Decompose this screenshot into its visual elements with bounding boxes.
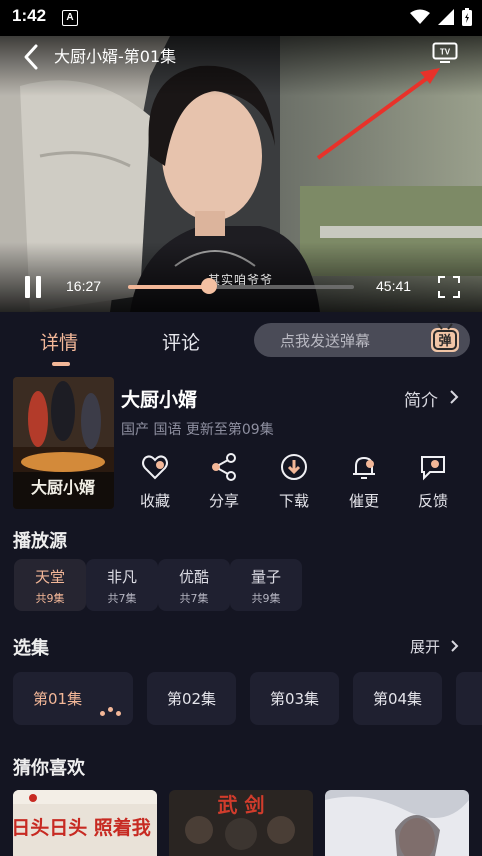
video-player[interactable]: 大厨小婿-第01集 TV 其实咱爷爷 16:27 45:41 [0,36,482,312]
progress-track[interactable] [128,285,354,289]
heart-icon [142,455,168,480]
recommend-poster-text: 武 剑 [218,793,265,817]
active-tab-indicator [52,362,70,366]
recommend-poster: 日头日头 照着我 [13,790,157,856]
show-title: 大厨小婿 [121,389,198,411]
tab-details[interactable]: 详情 [40,328,78,355]
chevron-right-icon[interactable] [448,389,460,405]
share-label: 分享 [208,492,239,510]
system-icons [410,8,472,26]
source-item[interactable]: 天堂 共9集 [14,559,86,611]
bell-icon [353,456,375,479]
duration: 45:41 [376,278,412,294]
source-name: 天堂 [34,568,65,586]
feedback-button[interactable]: 反馈 [403,452,463,511]
recommend-card[interactable]: 武 剑 [169,790,313,856]
episode-item[interactable]: 第01集 [13,672,133,725]
sources-title: 播放源 [13,531,67,552]
feedback-label: 反馈 [417,492,448,510]
chevron-right-icon[interactable] [450,639,460,653]
tv-cast-icon[interactable]: TV [432,42,458,64]
source-count: 共9集 [35,592,65,605]
source-item[interactable]: 非凡 共7集 [86,559,158,611]
favorite-label: 收藏 [139,492,170,510]
recommend-poster [325,790,469,856]
episode-label: 第04集 [372,690,423,708]
recommend-card[interactable]: 日头日头 照着我 [13,790,157,856]
status-bar: 1:42 A [0,0,482,36]
app-notification-icon: A [62,10,78,26]
danmaku-badge-text: 弹 [438,333,451,349]
current-time: 16:27 [66,278,102,294]
back-arrow-icon[interactable] [20,42,44,72]
status-time: 1:42 [12,6,47,25]
source-name: 非凡 [106,568,137,586]
episode-item[interactable]: 第03集 [250,672,339,725]
recommend-card[interactable] [325,790,469,856]
episodes-title: 选集 [13,638,49,659]
episode-item[interactable]: 第04集 [353,672,442,725]
fullscreen-icon[interactable] [438,276,460,298]
recommend-title: 猜你喜欢 [13,758,85,779]
feedback-icon [421,456,445,481]
poster-image: 大厨小婿 [13,377,114,509]
danmaku-badge-icon[interactable]: 弹 [428,321,462,355]
recommend-poster-text: 日头日头 照着我 [13,816,151,839]
episode-item-partial[interactable] [456,672,482,725]
share-icon [212,453,236,481]
progress-fill [128,285,210,289]
battery-icon [462,8,472,26]
danmaku-placeholder: 点我发送弹幕 [280,332,371,350]
tab-comments[interactable]: 评论 [162,328,200,355]
download-label: 下载 [278,492,309,510]
source-count: 共7集 [107,592,137,605]
recommend-poster: 武 剑 [169,790,313,856]
source-count: 共9集 [251,592,281,605]
download-button[interactable]: 下载 [264,452,324,511]
episode-label: 第01集 [33,690,83,708]
danmaku-input[interactable]: 点我发送弹幕 弹 [254,323,470,357]
signal-icon [438,9,454,25]
episode-label: 第02集 [166,690,217,708]
request-update-button[interactable]: 催更 [334,452,394,511]
source-name: 优酷 [178,568,209,586]
episode-label: 第03集 [269,690,320,708]
show-poster[interactable]: 大厨小婿 [13,377,114,509]
pause-button[interactable] [22,276,44,300]
source-item[interactable]: 量子 共9集 [230,559,302,611]
expand-button[interactable]: 展开 [410,636,440,657]
source-count: 共7集 [179,592,209,605]
svg-text:TV: TV [440,48,451,57]
episode-item[interactable]: 第02集 [147,672,236,725]
show-meta: 国产 国语 更新至第09集 [121,422,274,438]
download-icon [281,454,307,480]
wifi-icon [410,9,430,24]
source-item[interactable]: 优酷 共7集 [158,559,230,611]
favorite-button[interactable]: 收藏 [125,452,185,511]
intro-link[interactable]: 简介 [404,386,438,411]
poster-title: 大厨小婿 [31,478,95,497]
source-name: 量子 [250,568,281,586]
playing-indicator-icon [100,701,124,720]
video-title: 大厨小婿-第01集 [54,47,177,66]
share-button[interactable]: 分享 [194,452,254,511]
request-update-label: 催更 [348,492,379,510]
